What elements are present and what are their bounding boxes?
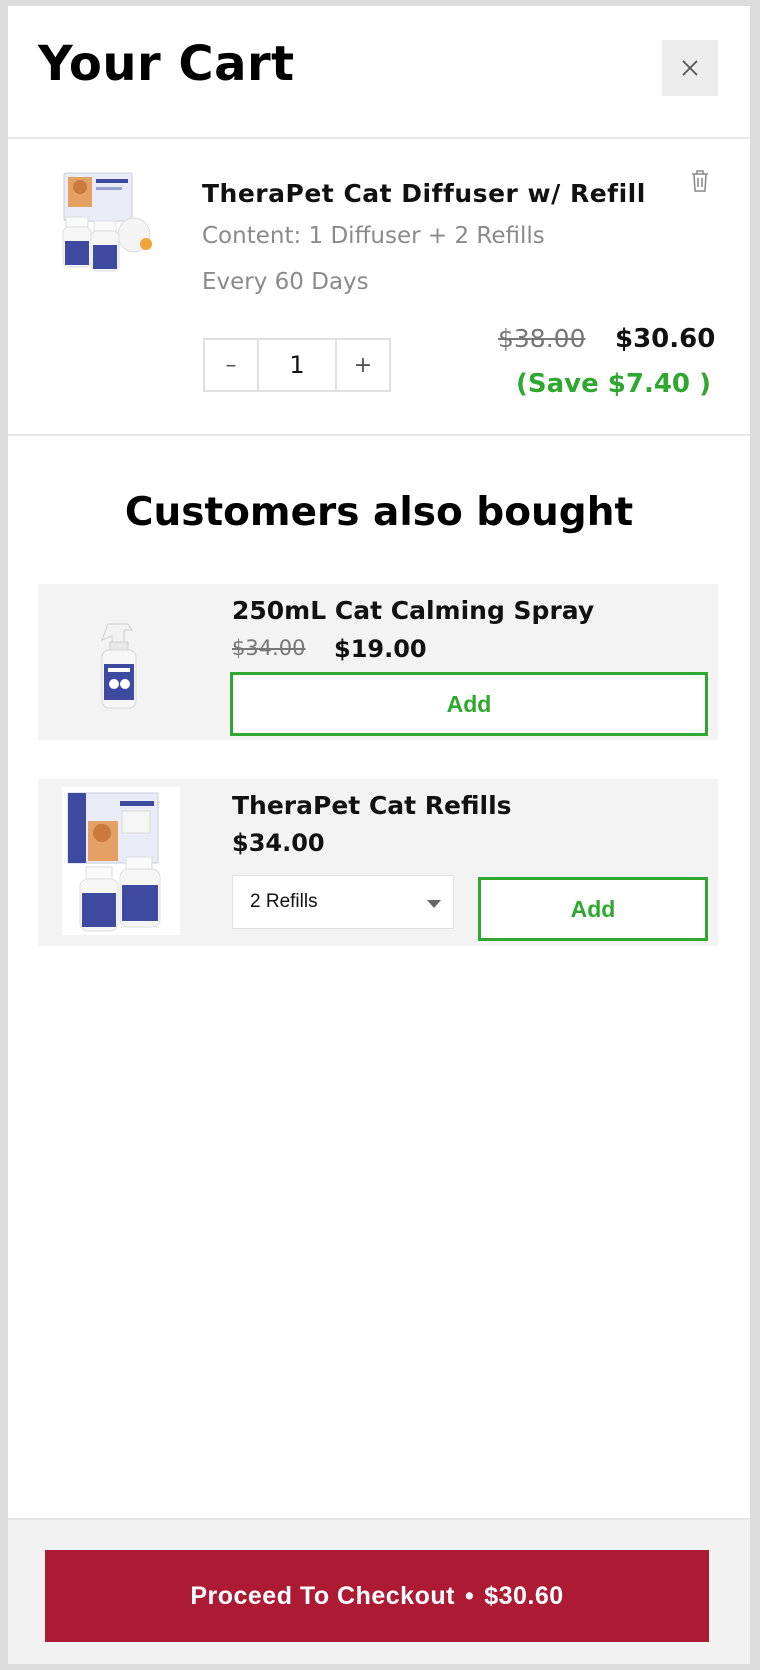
spray-product-image — [101, 623, 137, 709]
add-to-cart-button[interactable]: Add — [478, 877, 708, 941]
page-title: Your Cart — [38, 36, 295, 92]
upsell-heading: Customers also bought — [124, 490, 634, 535]
cart-item-frequency: Every 60 Days — [202, 269, 369, 295]
cart-item-title[interactable]: TheraPet Cat Diffuser w/ Refill — [202, 179, 646, 208]
checkout-label: Proceed To Checkout — [190, 1581, 455, 1610]
quantity-value[interactable]: 1 — [257, 340, 337, 390]
increase-quantity-button[interactable]: + — [337, 340, 389, 390]
upsell-item-title[interactable]: TheraPet Cat Refills — [232, 791, 512, 820]
checkout-button[interactable]: Proceed To Checkout • $30.60 — [45, 1550, 709, 1642]
decrease-quantity-button[interactable]: – — [205, 340, 257, 390]
close-button[interactable] — [662, 40, 718, 96]
upsell-item-title[interactable]: 250mL Cat Calming Spray — [232, 596, 594, 625]
sale-price: $30.60 — [615, 324, 716, 354]
savings-text: (Save $7.40 ) — [516, 369, 711, 399]
cart-footer: Proceed To Checkout • $30.60 — [8, 1518, 750, 1664]
quantity-stepper: – 1 + — [203, 338, 391, 392]
cart-item: TheraPet Cat Diffuser w/ Refill Content:… — [8, 139, 750, 436]
upsell-price: $34.00 — [232, 829, 325, 857]
cart-item-content: Content: 1 Diffuser + 2 Refills — [202, 223, 545, 249]
upsell-item: TheraPet Cat Refills $34.00 2 Refills Ad… — [38, 779, 718, 946]
refills-quantity-select[interactable]: 2 Refills — [232, 875, 454, 929]
product-image — [62, 172, 152, 272]
upsell-item: 250mL Cat Calming Spray $34.00 $19.00 Ad… — [38, 584, 718, 740]
checkout-separator: • — [464, 1581, 475, 1610]
upsell-original-price: $34.00 — [232, 636, 306, 660]
add-to-cart-button[interactable]: Add — [230, 672, 708, 736]
refills-product-image — [67, 792, 161, 932]
close-icon — [682, 60, 698, 76]
select-value: 2 Refills — [250, 891, 318, 912]
trash-icon[interactable] — [690, 169, 710, 193]
upsell-sale-price: $19.00 — [334, 635, 427, 663]
cart-drawer: Your Cart TheraPet Cat Diffuser w/ Refil… — [8, 6, 750, 1664]
refills-product-image-frame — [62, 787, 180, 935]
checkout-total: $30.60 — [484, 1581, 564, 1610]
cart-header: Your Cart — [8, 6, 750, 139]
original-price: $38.00 — [498, 324, 586, 353]
chevron-down-icon — [427, 900, 441, 908]
